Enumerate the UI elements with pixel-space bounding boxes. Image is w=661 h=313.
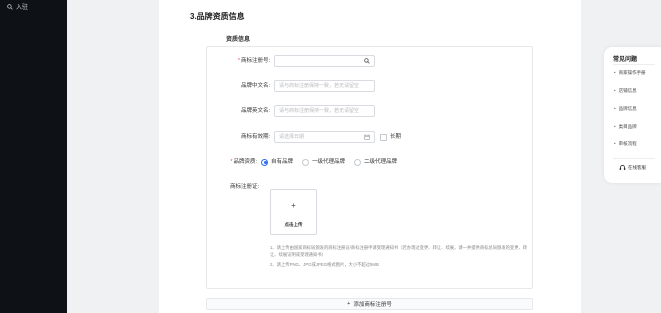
qualification-label-text: 品牌资质: [233,159,257,165]
sub-title: 资质信息 [226,37,251,43]
qualification-label: *品牌资质: [207,156,257,168]
faq-item[interactable]: 商家操作手册 [614,70,646,76]
section-title: 3.品牌资质信息 [190,12,245,21]
radio-first-agent[interactable]: 一级代理品牌 [302,156,345,168]
plus-icon: + [347,301,351,307]
faq-item-label: 店铺信息 [618,88,637,93]
long-term-checkbox[interactable]: 长期 [380,131,401,143]
tip-1: 1、请上传由国家商标局颁发的商标注册证/商标注册申请受理通知书（若办理过变更、转… [270,245,528,257]
left-sidebar: 入驻 [0,0,67,313]
faq-item[interactable]: 品牌信息 [614,106,637,112]
radio-own-brand[interactable]: 自有品牌 [261,156,293,168]
headset-icon [619,164,626,170]
upload-label: 点击上传 [284,222,303,227]
sidebar-item-enter[interactable]: 入驻 [7,2,28,11]
reg-no-label: *商标注册号: [207,55,270,67]
search-icon [364,58,370,64]
reg-no-input[interactable] [274,55,375,67]
cn-name-input[interactable]: 请与商标注册保持一致，若无请留空 [274,80,375,92]
faq-item-label: 商家操作手册 [618,70,646,75]
faq-panel: 常见问题 商家操作手册 店铺信息 品牌信息 类目品牌 审核流程 在线客服 [604,47,661,183]
faq-divider [613,158,655,159]
sidebar-item-label: 入驻 [16,5,29,11]
online-service-button[interactable]: 在线客服 [619,164,646,171]
cn-name-label: 品牌中文名: [240,83,270,89]
radio-dot [302,158,310,166]
en-name-label: 品牌英文名: [240,108,270,114]
certificate-label: 商标注册证: [229,184,259,190]
faq-divider [613,64,655,65]
faq-title: 常见问题 [613,57,638,63]
calendar-icon [364,134,370,140]
enter-icon [7,3,13,10]
radio-label: 自有品牌 [271,159,294,165]
tip-2: 2、请上传PNG、JPG或JPEG格式图片，大小不超过5MB [270,262,379,267]
faq-item[interactable]: 审核流程 [614,141,637,147]
online-service-label: 在线客服 [628,164,646,170]
qualification-radio-group: 自有品牌 一级代理品牌 二级代理品牌 [261,156,397,168]
faq-item[interactable]: 店铺信息 [614,88,637,94]
radio-dot [261,158,268,166]
date-picker[interactable]: 请选择日期 [274,131,375,143]
faq-item-label: 类目品牌 [618,124,637,129]
required-mark: * [237,58,240,64]
date-placeholder: 请选择日期 [279,134,305,140]
checkbox-box [380,133,387,141]
en-name-input[interactable]: 请与商标注册保持一致，若无请留空 [274,105,375,117]
faq-item-label: 品牌信息 [618,106,637,111]
long-term-label: 长期 [390,134,402,140]
radio-label: 一级代理品牌 [312,159,346,165]
add-trademark-button[interactable]: + 添加商标注册号 [206,298,533,310]
faq-item[interactable]: 类目品牌 [614,124,637,130]
main-panel: 3.品牌资质信息 资质信息 *商标注册号: 品牌中文名: 请与商标注册保持一致，… [159,0,581,313]
upload-box[interactable]: + 点击上传 [270,189,317,235]
valid-label: 商标有效期: [240,134,270,140]
radio-second-agent[interactable]: 二级代理品牌 [354,156,397,168]
add-trademark-label: 添加商标注册号 [353,302,392,308]
radio-label: 二级代理品牌 [364,159,398,165]
qualification-form: *商标注册号: 品牌中文名: 请与商标注册保持一致，若无请留空 品牌英文名: 请… [206,46,533,289]
radio-dot [354,158,362,166]
plus-icon: + [291,201,296,210]
reg-no-label-text: 商标注册号: [240,58,270,64]
faq-item-label: 审核流程 [618,141,637,146]
upload-tips: 1、请上传由国家商标局颁发的商标注册证/商标注册申请受理通知书（若办理过变更、转… [270,244,530,271]
